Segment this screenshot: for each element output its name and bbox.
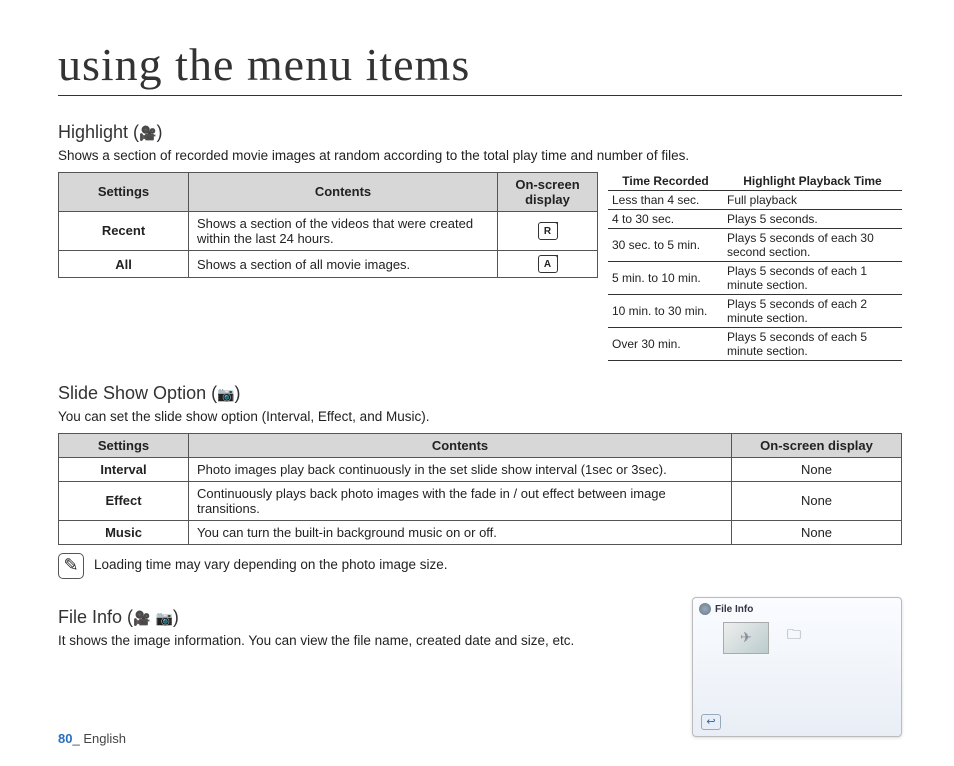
screenshot-title: File Info xyxy=(715,604,895,615)
ss-osd: None xyxy=(732,481,902,520)
note-icon: ✎ xyxy=(58,553,84,579)
footer-lang: English xyxy=(83,731,126,746)
fileinfo-heading-close: ) xyxy=(173,607,179,627)
fileinfo-desc: It shows the image information. You can … xyxy=(58,632,678,651)
table-row: 10 min. to 30 min.Plays 5 seconds of eac… xyxy=(608,294,902,327)
hl-setting: Recent xyxy=(59,211,189,250)
hl-content: Shows a section of all movie images. xyxy=(189,250,498,278)
slideshow-table: Settings Contents On-screen display Inte… xyxy=(58,433,902,545)
ss-setting: Interval xyxy=(59,457,189,481)
tr-pb: Plays 5 seconds of each 5 minute section… xyxy=(723,327,902,360)
highlight-heading-text: Highlight ( xyxy=(58,122,139,142)
slideshow-heading-text: Slide Show Option ( xyxy=(58,383,217,403)
tr-time: Over 30 min. xyxy=(608,327,723,360)
tr-time: 4 to 30 sec. xyxy=(608,209,723,228)
all-osd-icon: A xyxy=(538,255,558,273)
fileinfo-heading-text: File Info ( xyxy=(58,607,133,627)
ss-content: You can turn the built-in background mus… xyxy=(189,520,732,544)
fileinfo-screenshot: File Info ✈ 🗀 ↩ xyxy=(692,597,902,737)
table-row: Music You can turn the built-in backgrou… xyxy=(59,520,902,544)
ss-th-contents: Contents xyxy=(189,433,732,457)
ss-osd: None xyxy=(732,520,902,544)
ss-th-settings: Settings xyxy=(59,433,189,457)
tr-pb: Full playback xyxy=(723,190,902,209)
hl-content: Shows a section of the videos that were … xyxy=(189,211,498,250)
table-row: 4 to 30 sec.Plays 5 seconds. xyxy=(608,209,902,228)
table-row: Effect Continuously plays back photo ima… xyxy=(59,481,902,520)
time-recorded-table: Time Recorded Highlight Playback Time Le… xyxy=(608,172,902,361)
tr-time: 10 min. to 30 min. xyxy=(608,294,723,327)
folder-icon: 🗀 xyxy=(787,624,801,648)
ss-setting: Music xyxy=(59,520,189,544)
ss-osd: None xyxy=(732,457,902,481)
recent-osd-icon: R xyxy=(538,222,558,240)
note: ✎ Loading time may vary depending on the… xyxy=(58,553,902,579)
table-row: Over 30 min.Plays 5 seconds of each 5 mi… xyxy=(608,327,902,360)
tr-pb: Plays 5 seconds of each 2 minute section… xyxy=(723,294,902,327)
highlight-heading-close: ) xyxy=(156,122,162,142)
tr-time: 30 sec. to 5 min. xyxy=(608,228,723,261)
globe-icon xyxy=(699,603,711,615)
fileinfo-heading: File Info (🎥 📷) xyxy=(58,607,678,628)
tr-pb: Plays 5 seconds of each 30 second sectio… xyxy=(723,228,902,261)
footer-sep: _ xyxy=(72,731,83,746)
ss-content: Photo images play back continuously in t… xyxy=(189,457,732,481)
ss-th-osd: On-screen display xyxy=(732,433,902,457)
tr-th-time: Time Recorded xyxy=(608,172,723,191)
page-number: 80 xyxy=(58,731,72,746)
photo-mode-icon: 📷 xyxy=(217,386,234,402)
ss-content: Continuously plays back photo images wit… xyxy=(189,481,732,520)
tr-th-playback: Highlight Playback Time xyxy=(723,172,902,191)
highlight-table: Settings Contents On-screen display Rece… xyxy=(58,172,598,279)
movie-mode-icon: 🎥 xyxy=(133,610,150,626)
movie-mode-icon: 🎥 xyxy=(139,125,156,141)
tr-pb: Plays 5 seconds. xyxy=(723,209,902,228)
highlight-heading: Highlight (🎥) xyxy=(58,122,902,143)
back-icon: ↩ xyxy=(701,714,721,730)
table-row: All Shows a section of all movie images.… xyxy=(59,250,598,278)
highlight-desc: Shows a section of recorded movie images… xyxy=(58,147,902,166)
tr-pb: Plays 5 seconds of each 1 minute section… xyxy=(723,261,902,294)
photo-mode-icon: 📷 xyxy=(155,610,172,626)
note-text: Loading time may vary depending on the p… xyxy=(94,556,447,575)
hl-th-settings: Settings xyxy=(59,172,189,211)
hl-th-osd: On-screen display xyxy=(498,172,598,211)
page-footer: 80_ English xyxy=(58,731,126,746)
tr-time: Less than 4 sec. xyxy=(608,190,723,209)
table-row: Less than 4 sec.Full playback xyxy=(608,190,902,209)
hl-th-contents: Contents xyxy=(189,172,498,211)
page-title: using the menu items xyxy=(58,38,902,96)
table-row: 5 min. to 10 min.Plays 5 seconds of each… xyxy=(608,261,902,294)
slideshow-desc: You can set the slide show option (Inter… xyxy=(58,408,902,427)
table-row: Recent Shows a section of the videos tha… xyxy=(59,211,598,250)
table-row: Interval Photo images play back continuo… xyxy=(59,457,902,481)
ss-setting: Effect xyxy=(59,481,189,520)
slideshow-heading-close: ) xyxy=(235,383,241,403)
hl-osd-icon: R xyxy=(498,211,598,250)
slideshow-heading: Slide Show Option (📷) xyxy=(58,383,902,404)
hl-osd-icon: A xyxy=(498,250,598,278)
tr-time: 5 min. to 10 min. xyxy=(608,261,723,294)
thumbnail-icon: ✈ xyxy=(723,622,769,654)
hl-setting: All xyxy=(59,250,189,278)
table-row: 30 sec. to 5 min.Plays 5 seconds of each… xyxy=(608,228,902,261)
